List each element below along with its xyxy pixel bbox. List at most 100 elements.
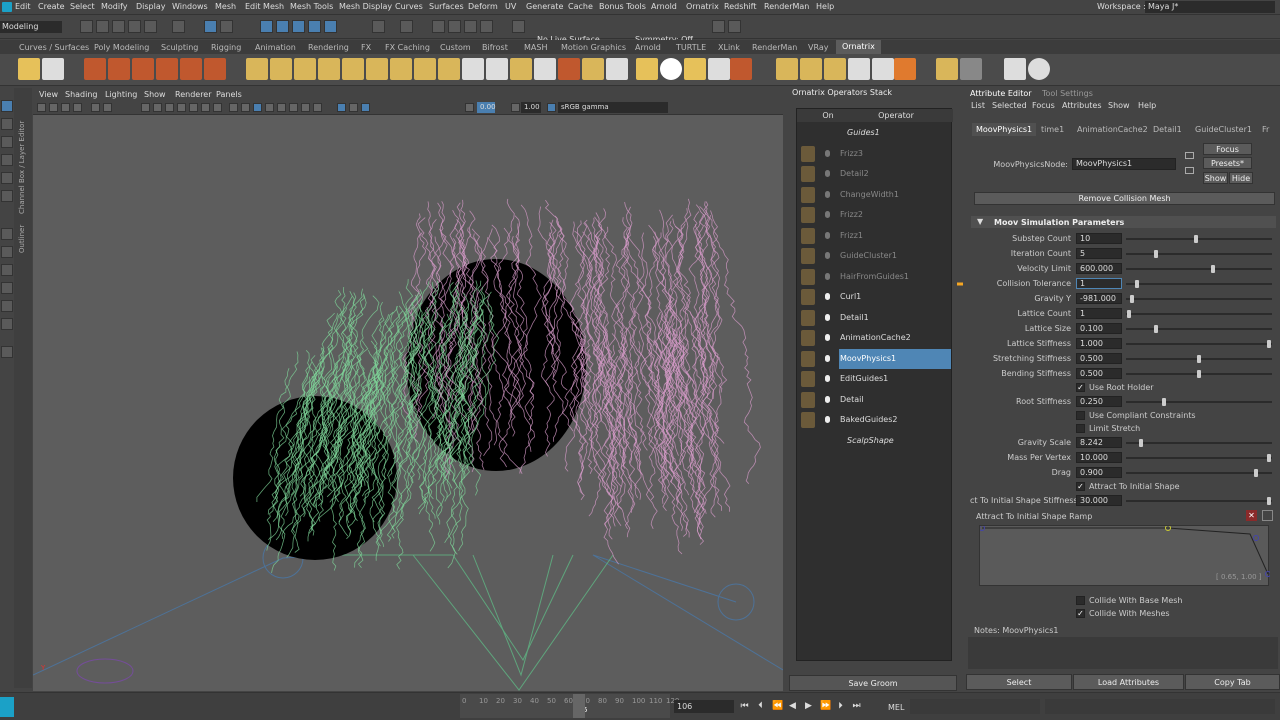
push-away-icon[interactable] xyxy=(462,58,484,80)
magnet-icon[interactable] xyxy=(512,20,525,33)
hair-settings-icon[interactable] xyxy=(42,58,64,80)
param-slider-track[interactable] xyxy=(1126,298,1272,300)
menu-edit-mesh[interactable]: Edit Mesh xyxy=(245,2,284,11)
param-value-field[interactable]: 5 xyxy=(1076,248,1122,259)
image-plane-icon[interactable] xyxy=(73,103,82,112)
pause-icon[interactable] xyxy=(728,20,741,33)
operator-enable-bulb-icon[interactable] xyxy=(825,313,830,321)
shelf-tab-animation[interactable]: Animation xyxy=(255,43,296,52)
gamma-field[interactable]: 1.00 xyxy=(521,102,541,113)
mesh-from-strands-icon[interactable] xyxy=(486,58,508,80)
new-scene-icon[interactable] xyxy=(80,20,93,33)
shadows-icon[interactable] xyxy=(289,103,298,112)
wireframe-on-shaded-icon[interactable] xyxy=(253,103,262,112)
param-value-field[interactable]: 10.000 xyxy=(1076,452,1122,463)
menu-cache[interactable]: Cache xyxy=(568,2,593,11)
select-hierarchy-icon[interactable] xyxy=(172,20,185,33)
braid-icon[interactable] xyxy=(342,58,364,80)
operator-enable-bulb-icon[interactable] xyxy=(825,211,830,218)
shelf-tab-rendering[interactable]: Rendering xyxy=(308,43,349,52)
node-tab-detail[interactable]: Detail1 xyxy=(1153,125,1182,134)
param-slider-thumb[interactable] xyxy=(1266,340,1271,348)
limit-stretch-checkbox[interactable] xyxy=(1076,424,1085,433)
menu-redshift[interactable]: Redshift xyxy=(724,2,756,11)
shelf-tab-arnold[interactable]: Arnold xyxy=(635,43,661,52)
wind-icon[interactable] xyxy=(684,58,706,80)
param-value-field[interactable]: 1 xyxy=(1076,308,1122,319)
param-slider-thumb[interactable] xyxy=(1266,454,1271,462)
mode-dropdown[interactable]: Modeling xyxy=(0,21,62,33)
node-tab-guidecluster[interactable]: GuideCluster1 xyxy=(1195,125,1252,134)
curl-icon[interactable] xyxy=(246,58,268,80)
shelf-tab-poly[interactable]: Poly Modeling xyxy=(94,43,149,52)
frizz-icon[interactable] xyxy=(270,58,292,80)
vp-menu-view[interactable]: View xyxy=(39,90,58,99)
operator-enable-bulb-icon[interactable] xyxy=(825,252,830,259)
gamma-icon[interactable] xyxy=(511,103,520,112)
ae-menu-selected[interactable]: Selected xyxy=(992,101,1027,110)
ae-select-button[interactable]: Select xyxy=(966,674,1072,690)
guides-from-mesh-icon[interactable] xyxy=(84,58,106,80)
collision-icon[interactable] xyxy=(660,58,682,80)
camera-select-icon[interactable] xyxy=(37,103,46,112)
snap-curve-icon[interactable] xyxy=(276,20,289,33)
node-tab-animationcache[interactable]: AnimationCache2 xyxy=(1077,125,1148,134)
2d-pan-icon[interactable] xyxy=(91,103,100,112)
operator-row[interactable]: ChangeWidth1 xyxy=(797,185,953,205)
vp-menu-show[interactable]: Show xyxy=(144,90,166,99)
safe-action-icon[interactable] xyxy=(201,103,210,112)
remove-collision-mesh-button[interactable]: Remove Collision Mesh xyxy=(974,192,1275,205)
shelf-menu-icon[interactable] xyxy=(1004,58,1026,80)
shelf-tab-motion-graphics[interactable]: Motion Graphics xyxy=(561,43,626,52)
normalize-icon[interactable] xyxy=(558,58,580,80)
strand-multiplier-icon[interactable] xyxy=(510,58,532,80)
isolate-select-icon[interactable] xyxy=(337,103,346,112)
snap-view-icon[interactable] xyxy=(308,20,321,33)
node-tab-time[interactable]: time1 xyxy=(1041,125,1064,134)
ipr-render-icon[interactable] xyxy=(448,20,461,33)
menu-deform[interactable]: Deform xyxy=(468,2,498,11)
param-value-field[interactable]: 0.250 xyxy=(1076,396,1122,407)
operator-enable-bulb-icon[interactable] xyxy=(825,375,830,382)
param-value-field[interactable]: 30.000 xyxy=(1076,495,1122,506)
render-icon[interactable] xyxy=(432,20,445,33)
operator-row[interactable]: Frizz2 xyxy=(797,205,953,225)
copy-tab-button[interactable]: Copy Tab xyxy=(1185,674,1280,690)
operator-enable-bulb-icon[interactable] xyxy=(825,170,830,177)
current-frame-field[interactable]: 106 xyxy=(674,700,734,713)
ae-menu-focus[interactable]: Focus xyxy=(1032,101,1055,110)
render-view-icon[interactable] xyxy=(400,20,413,33)
colorspace-dropdown[interactable]: sRGB gamma xyxy=(558,102,668,113)
gravity-icon[interactable] xyxy=(390,58,412,80)
param-value-field[interactable]: 600.000 xyxy=(1076,263,1122,274)
field-chart-icon[interactable] xyxy=(189,103,198,112)
param-value-field[interactable]: 0.500 xyxy=(1076,353,1122,364)
menu-arnold[interactable]: Arnold xyxy=(651,2,677,11)
notes-field[interactable] xyxy=(968,637,1278,669)
use-compliant-checkbox[interactable] xyxy=(1076,411,1085,420)
param-value-field[interactable]: 1.000 xyxy=(1076,338,1122,349)
collide-meshes-checkbox[interactable]: ✓ xyxy=(1076,609,1085,618)
select-object-icon[interactable] xyxy=(204,20,217,33)
param-slider-track[interactable] xyxy=(1126,343,1272,345)
shelf-tab-renderman[interactable]: RenderMan xyxy=(752,43,797,52)
shelf-tab-rigging[interactable]: Rigging xyxy=(211,43,241,52)
step-back-key-icon[interactable]: ⏪ xyxy=(772,702,783,711)
camera-attr-icon[interactable] xyxy=(49,103,58,112)
select-tool-icon[interactable] xyxy=(1,100,13,112)
menu-uv[interactable]: UV xyxy=(505,2,516,11)
hair-from-guides-icon[interactable] xyxy=(108,58,130,80)
menu-modify[interactable]: Modify xyxy=(101,2,128,11)
ramp-delete-icon[interactable]: ✕ xyxy=(1246,510,1257,521)
operator-row[interactable]: HairFromGuides1 xyxy=(797,267,953,287)
color-management-icon[interactable] xyxy=(547,103,556,112)
param-slider-track[interactable] xyxy=(1126,253,1272,255)
operator-row[interactable]: Guides1 xyxy=(797,123,953,143)
gate-mask-icon[interactable] xyxy=(177,103,186,112)
param-value-field[interactable]: 0.900 xyxy=(1076,467,1122,478)
operator-row[interactable]: Frizz1 xyxy=(797,226,953,246)
xray-icon[interactable] xyxy=(349,103,358,112)
shelf-tab-fx[interactable]: FX xyxy=(361,43,371,52)
command-line[interactable] xyxy=(910,699,1040,714)
clump-icon[interactable] xyxy=(294,58,316,80)
